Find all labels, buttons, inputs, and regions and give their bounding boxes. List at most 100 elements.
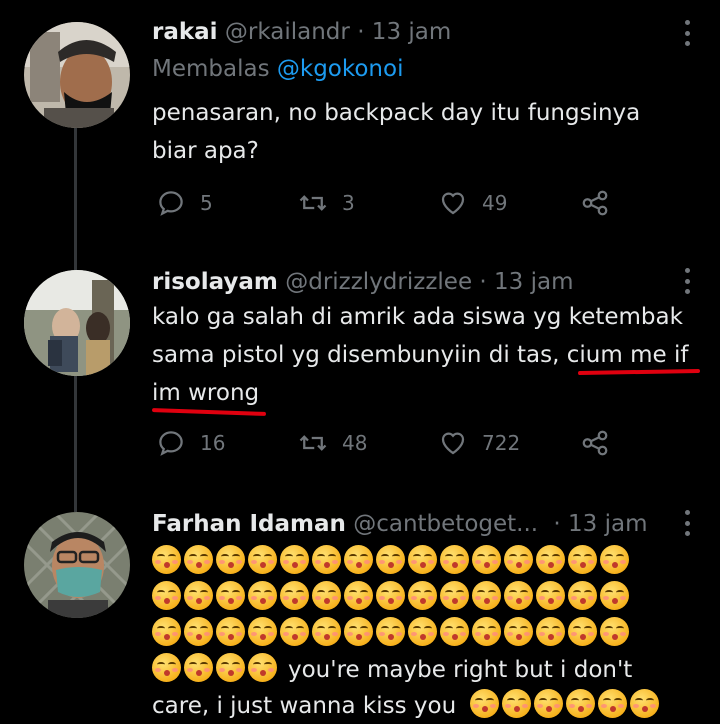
share-button[interactable] xyxy=(580,428,624,458)
timestamp[interactable]: · 13 jam xyxy=(357,19,451,45)
action-bar: 16 48 722 xyxy=(152,428,672,468)
more-icon[interactable] xyxy=(682,510,692,536)
tweet-3[interactable]: Farhan Idaman @cantbetoget... · 13 jam y… xyxy=(0,500,720,722)
like-count: 722 xyxy=(482,431,521,455)
avatar[interactable] xyxy=(24,22,130,128)
retweet-count: 3 xyxy=(342,191,355,215)
tweet-text-line: care, i just wanna kiss you xyxy=(152,693,457,719)
tweet-text-line: you're maybe right but i don't xyxy=(288,657,633,683)
reply-button[interactable]: 16 xyxy=(156,428,225,458)
timestamp[interactable]: · 13 jam xyxy=(479,269,573,295)
kissing-emoji-icon xyxy=(504,545,533,574)
tweet-text: you're maybe right but i don't care, i j… xyxy=(152,544,712,724)
emoji-row xyxy=(152,580,712,616)
kissing-emoji-icon xyxy=(280,545,309,574)
emoji-row xyxy=(152,544,712,580)
handle[interactable]: @drizzlydrizzlee xyxy=(285,269,472,295)
kissing-emoji-icon xyxy=(440,545,469,574)
kissing-emoji-icon xyxy=(152,617,181,646)
kissing-emoji-icon xyxy=(472,581,501,610)
kissing-emoji-icon xyxy=(184,581,213,610)
avatar[interactable] xyxy=(24,512,130,618)
avatar[interactable] xyxy=(24,270,130,376)
text-line: care, i just wanna kiss you xyxy=(152,688,712,724)
kissing-emoji-icon xyxy=(470,689,500,718)
kissing-emoji-icon xyxy=(376,617,405,646)
kissing-emoji-icon xyxy=(472,545,501,574)
kissing-emoji-icon xyxy=(312,617,341,646)
share-icon xyxy=(582,190,608,216)
action-bar: 5 3 49 xyxy=(152,188,672,228)
handle[interactable]: @cantbetoget... xyxy=(353,511,538,537)
display-name[interactable]: risolayam xyxy=(152,269,278,295)
underlined-phrase-1: cium me if xyxy=(566,342,689,368)
like-icon xyxy=(441,432,465,455)
reply-icon xyxy=(159,191,183,216)
reply-handle-link[interactable]: @kgokonoi xyxy=(277,56,404,82)
kissing-emoji-icon xyxy=(408,581,437,610)
kissing-emoji-icon xyxy=(344,617,373,646)
kissing-emoji-icon xyxy=(216,617,245,646)
underlined-phrase-2: im wrong xyxy=(152,380,260,406)
kissing-emoji-icon xyxy=(216,581,245,610)
kissing-emoji-icon xyxy=(408,617,437,646)
more-icon[interactable] xyxy=(682,20,692,46)
reply-button[interactable]: 5 xyxy=(156,188,213,218)
kissing-emoji-icon xyxy=(568,581,597,610)
reply-count: 16 xyxy=(200,431,226,455)
kissing-emoji-icon xyxy=(344,581,373,610)
like-button[interactable]: 49 xyxy=(438,188,507,218)
retweet-icon xyxy=(299,435,327,451)
kissing-emoji-icon xyxy=(376,581,405,610)
retweet-icon xyxy=(299,195,327,211)
kissing-emoji-icon xyxy=(216,545,245,574)
kissing-emoji-icon xyxy=(248,617,277,646)
tweet-2[interactable]: risolayam @drizzlydrizzlee · 13 jam kalo… xyxy=(0,250,720,500)
kissing-emoji-icon xyxy=(600,617,629,646)
kissing-emoji-icon xyxy=(536,617,565,646)
tweet-1[interactable]: rakai @rkailandr · 13 jam Membalas @kgok… xyxy=(0,0,720,250)
share-button[interactable] xyxy=(580,188,624,218)
display-name[interactable]: rakai xyxy=(152,19,218,45)
more-icon[interactable] xyxy=(682,268,692,294)
kissing-emoji-icon xyxy=(472,617,501,646)
kissing-emoji-icon xyxy=(566,689,596,718)
kissing-emoji-icon xyxy=(536,581,565,610)
like-button[interactable]: 722 xyxy=(438,428,520,458)
kissing-emoji-icon xyxy=(152,545,181,574)
handle[interactable]: @rkailandr xyxy=(225,19,350,45)
display-name[interactable]: Farhan Idaman xyxy=(152,511,346,537)
kissing-emoji-icon xyxy=(600,545,629,574)
kissing-emoji-icon xyxy=(440,581,469,610)
kissing-emoji-icon xyxy=(312,545,341,574)
retweet-button[interactable]: 48 xyxy=(298,428,367,458)
kissing-emoji-icon xyxy=(280,581,309,610)
kissing-emoji-icon xyxy=(152,581,181,610)
kissing-emoji-icon xyxy=(376,545,405,574)
kissing-emoji-icon xyxy=(630,689,660,718)
kissing-emoji-icon xyxy=(152,653,181,682)
kissing-emoji-icon xyxy=(184,545,213,574)
kissing-emoji-icon xyxy=(248,545,277,574)
tweet-text: penasaran, no backpack day itu fungsinya… xyxy=(152,100,641,164)
text-line: you're maybe right but i don't xyxy=(152,652,712,688)
kissing-emoji-icon xyxy=(408,545,437,574)
kissing-emoji-icon xyxy=(502,689,532,718)
retweet-button[interactable]: 3 xyxy=(298,188,355,218)
kissing-emoji-icon xyxy=(598,689,628,718)
kissing-emoji-icon xyxy=(312,581,341,610)
timestamp[interactable]: · 13 jam xyxy=(553,511,647,537)
kissing-emoji-icon xyxy=(534,689,564,718)
reply-count: 5 xyxy=(200,191,213,215)
kissing-emoji-icon xyxy=(248,653,277,682)
share-icon xyxy=(582,430,608,456)
tweet-text: kalo ga salah di amrik ada siswa yg kete… xyxy=(152,298,702,412)
kissing-emoji-icon xyxy=(216,653,245,682)
like-icon xyxy=(441,192,465,215)
kissing-emoji-icon xyxy=(568,545,597,574)
kissing-emoji-icon xyxy=(504,617,533,646)
kissing-emoji-icon xyxy=(248,581,277,610)
kissing-emoji-icon xyxy=(600,581,629,610)
kissing-emoji-icon xyxy=(536,545,565,574)
reply-icon xyxy=(159,431,183,456)
